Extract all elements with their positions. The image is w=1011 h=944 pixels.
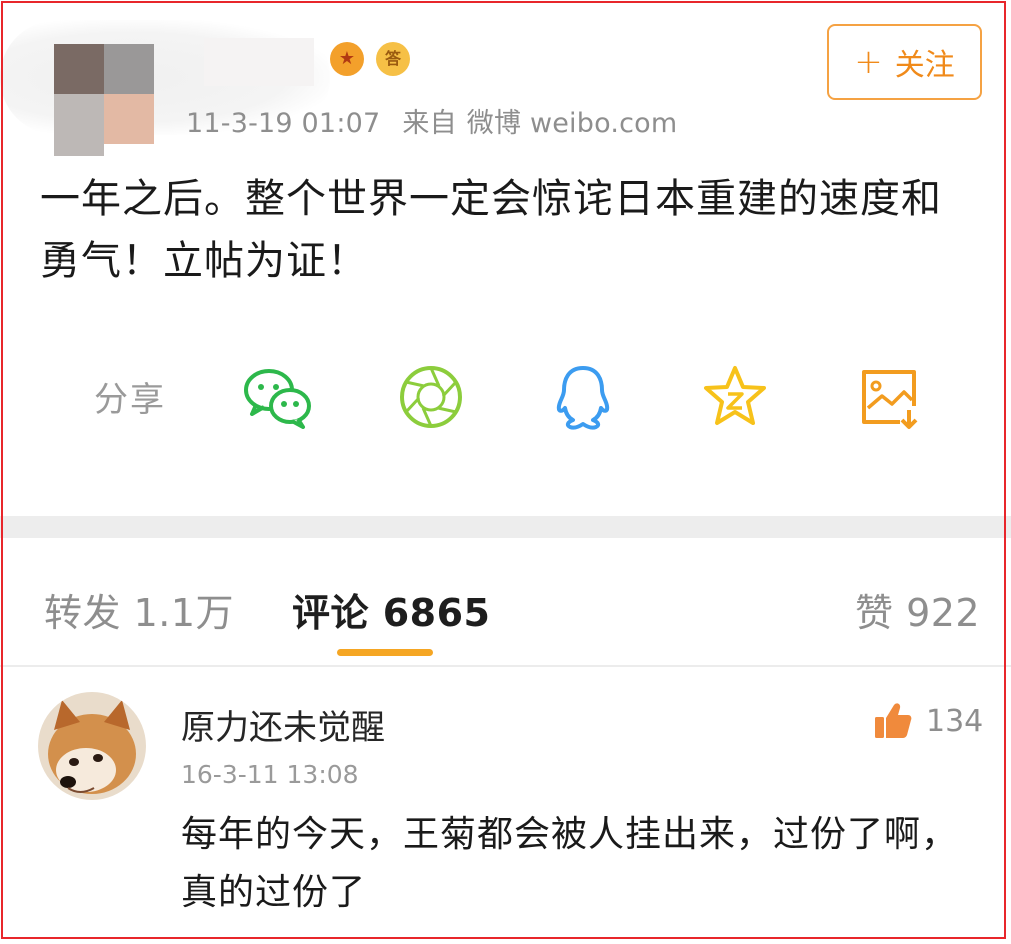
- post-source-prefix: 来自: [402, 108, 457, 139]
- post-meta: 11-3-19 01:07 来自 微博 weibo.com: [186, 101, 677, 140]
- moments-icon[interactable]: [396, 362, 466, 432]
- comment-like-button[interactable]: 134: [872, 700, 983, 742]
- tab-comment[interactable]: 评论 6865: [292, 582, 491, 637]
- qq-icon[interactable]: [548, 362, 618, 432]
- tab-repost[interactable]: 转发 1.1万: [44, 582, 234, 637]
- divider: [0, 665, 1011, 667]
- comment-content: 每年的今天，王菊都会被人挂出来，过份了啊，真的过份了: [181, 814, 959, 913]
- crown-badge-icon: ★: [330, 42, 364, 76]
- qzone-icon[interactable]: [700, 362, 770, 432]
- commenter-username[interactable]: 原力还未觉醒: [181, 700, 385, 749]
- wechat-icon[interactable]: [242, 362, 312, 432]
- tab-like[interactable]: 赞 922: [855, 582, 980, 637]
- plus-icon: +: [854, 42, 883, 82]
- active-tab-indicator: [337, 649, 433, 656]
- answer-badge-icon: 答: [376, 42, 410, 76]
- follow-label: 关注: [894, 48, 955, 83]
- comment-time: 16-3-11 13:08: [181, 760, 359, 789]
- post-content: 一年之后。整个世界一定会惊诧日本重建的速度和勇气！立帖为证！: [40, 176, 942, 284]
- share-label: 分享: [94, 380, 166, 420]
- post-source[interactable]: 微博 weibo.com: [467, 108, 678, 139]
- save-image-icon[interactable]: [854, 362, 924, 432]
- section-separator: [0, 516, 1011, 538]
- commenter-avatar[interactable]: [38, 692, 146, 800]
- thumbs-up-icon: [875, 703, 912, 738]
- comment-like-count: 134: [926, 703, 984, 739]
- follow-button[interactable]: + 关注: [827, 24, 982, 100]
- post-datetime: 11-3-19 01:07: [186, 108, 381, 139]
